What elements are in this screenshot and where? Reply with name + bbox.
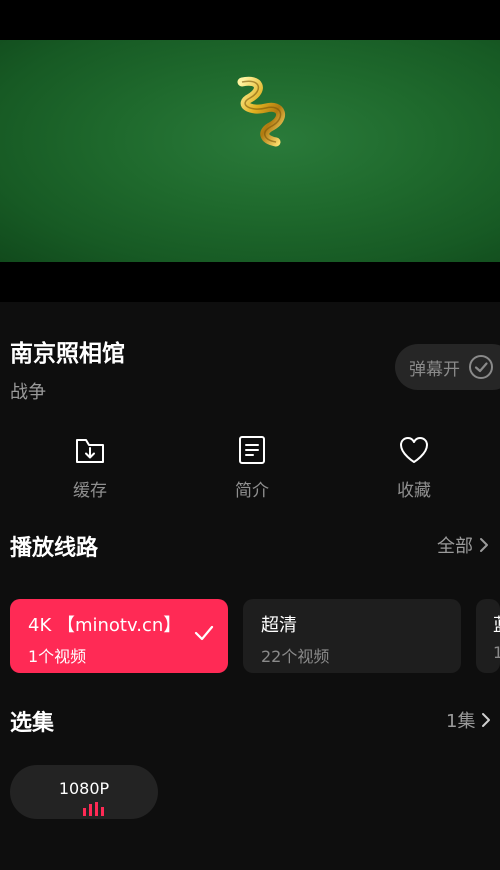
route-name: 4K 【minotv.cn】 bbox=[28, 615, 182, 636]
routes-title: 播放线路 bbox=[10, 536, 99, 561]
episodes-more-button[interactable]: 1集 bbox=[446, 707, 491, 733]
video-player[interactable] bbox=[0, 40, 500, 262]
episode-item[interactable]: 1080P bbox=[10, 765, 158, 819]
video-letterbox bbox=[0, 262, 500, 302]
route-count: 1 bbox=[493, 643, 500, 662]
heart-icon bbox=[400, 437, 428, 463]
route-card-4k[interactable]: 4K 【minotv.cn】 1个视频 bbox=[10, 599, 228, 673]
favorite-label: 收藏 bbox=[397, 481, 431, 501]
ribbon-logo-icon bbox=[237, 76, 285, 147]
route-count: 22个视频 bbox=[261, 647, 330, 666]
episode-label: 1080P bbox=[58, 779, 110, 798]
route-card-hd[interactable]: 超清 22个视频 bbox=[243, 599, 461, 673]
route-count: 1个视频 bbox=[28, 647, 87, 666]
routes-all-button[interactable]: 全部 bbox=[437, 532, 489, 558]
playing-bars-icon bbox=[83, 802, 104, 816]
show-genre: 战争 bbox=[10, 382, 46, 403]
document-icon bbox=[239, 436, 265, 464]
favorite-button[interactable]: 收藏 bbox=[369, 434, 459, 501]
route-card-partial[interactable]: 蓝 1 bbox=[476, 599, 500, 673]
check-icon bbox=[194, 625, 214, 641]
chevron-right-icon bbox=[482, 713, 491, 727]
cache-label: 缓存 bbox=[73, 481, 107, 501]
check-circle-icon bbox=[469, 355, 493, 379]
danmu-label: 弹幕开 bbox=[409, 359, 460, 380]
routes-all-label: 全部 bbox=[437, 536, 473, 557]
route-name: 超清 bbox=[261, 615, 297, 636]
status-bar-area bbox=[0, 0, 500, 40]
episodes-title: 选集 bbox=[10, 711, 55, 736]
intro-button[interactable]: 简介 bbox=[207, 434, 297, 501]
download-folder-icon bbox=[76, 439, 104, 463]
show-title: 南京照相馆 bbox=[10, 341, 125, 367]
cache-button[interactable]: 缓存 bbox=[45, 434, 135, 501]
route-name: 蓝 bbox=[493, 611, 500, 637]
intro-label: 简介 bbox=[235, 481, 269, 501]
chevron-right-icon bbox=[480, 538, 488, 552]
episodes-count: 1集 bbox=[446, 711, 476, 732]
danmu-toggle[interactable]: 弹幕开 bbox=[395, 344, 500, 390]
